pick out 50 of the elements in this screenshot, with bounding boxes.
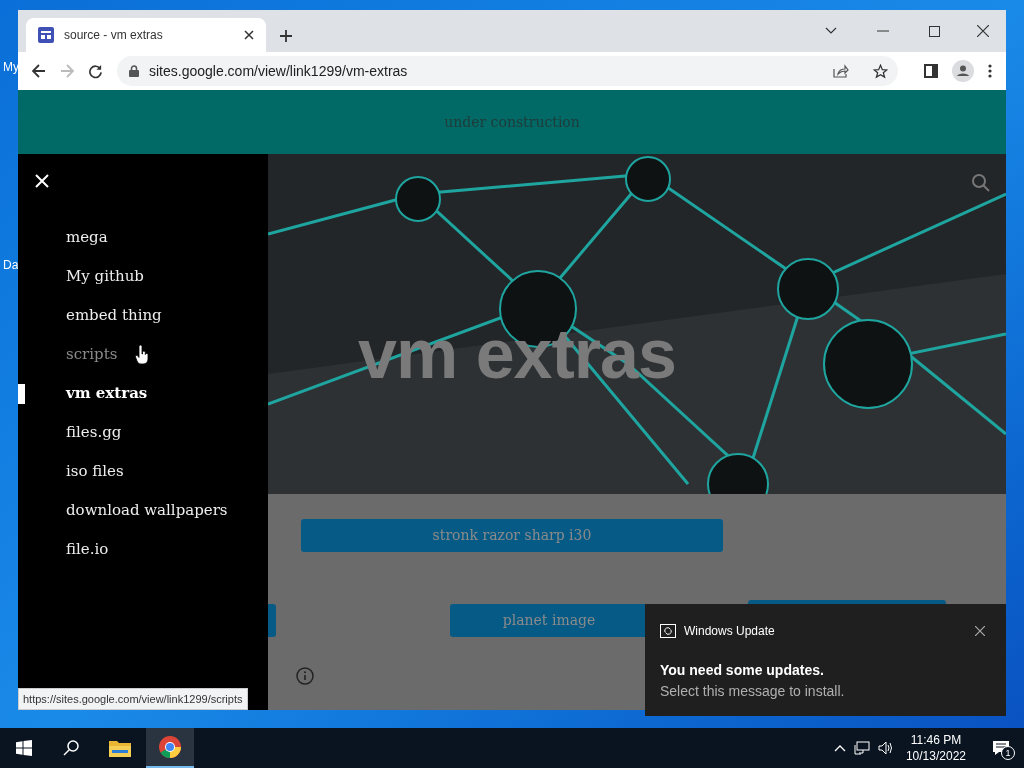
share-icon[interactable] [833,64,849,78]
chrome-icon [159,736,181,758]
nav-link[interactable]: scripts [66,343,118,366]
tab-search-icon[interactable] [825,27,837,35]
network-icon[interactable] [853,741,870,755]
reload-icon[interactable] [88,63,103,79]
nav-link[interactable]: My github [66,265,144,288]
close-icon[interactable] [977,25,989,37]
browser-tab[interactable]: source - vm extras [26,18,266,52]
profile-icon[interactable] [952,60,974,82]
nav-link[interactable]: embed thing [66,304,162,327]
star-icon[interactable] [873,63,888,79]
clock-date: 10/13/2022 [905,748,966,764]
update-icon [660,624,676,638]
desktop-icon-label[interactable]: My [3,58,19,76]
notification-count-badge: 1 [1001,746,1015,760]
new-tab-icon[interactable] [280,30,292,42]
status-url: https://sites.google.com/view/link1299/scripts [18,687,248,710]
folder-icon[interactable] [109,739,131,757]
notification-title: You need some updates. [660,661,825,680]
start-icon[interactable] [16,740,32,756]
chevron-up-icon[interactable] [833,744,846,752]
menu-icon[interactable] [988,64,992,78]
notification-message: Select this message to install. [660,682,846,701]
nav-link[interactable]: file.io [66,538,109,561]
clock[interactable]: 11:46 PM 10/13/2022 [901,732,970,764]
nav-link[interactable]: download wallpapers [66,499,228,522]
maximize-icon[interactable] [929,25,940,37]
tab-title: source - vm extras [64,27,164,44]
lock-icon [129,65,139,77]
desktop-icon-label[interactable]: Da [3,256,19,274]
notification-toast[interactable]: Windows Update You need some updates. Select this message to install. [645,604,1006,716]
close-icon[interactable] [975,626,985,636]
close-icon[interactable] [244,30,254,40]
side-panel-icon[interactable] [924,64,938,78]
address-bar[interactable]: sites.google.com/view/link1299/vm-extras [117,56,898,86]
volume-icon[interactable] [877,741,894,755]
site-icon [38,27,54,43]
chrome-taskbar-button[interactable] [146,728,194,768]
nav-link[interactable]: mega [66,226,108,249]
url-text: sites.google.com/view/link1299/vm-extras [149,61,409,81]
nav-link[interactable]: iso files [66,460,124,483]
nav-link[interactable]: vm extras [66,382,148,405]
hand-cursor-icon [135,344,150,365]
notification-app: Windows Update [684,623,776,640]
info-icon[interactable] [296,667,314,685]
clock-time: 11:46 PM [910,732,962,748]
back-icon[interactable] [32,64,46,78]
search-icon[interactable] [63,740,79,756]
nav-link[interactable]: files.gg [66,421,122,444]
